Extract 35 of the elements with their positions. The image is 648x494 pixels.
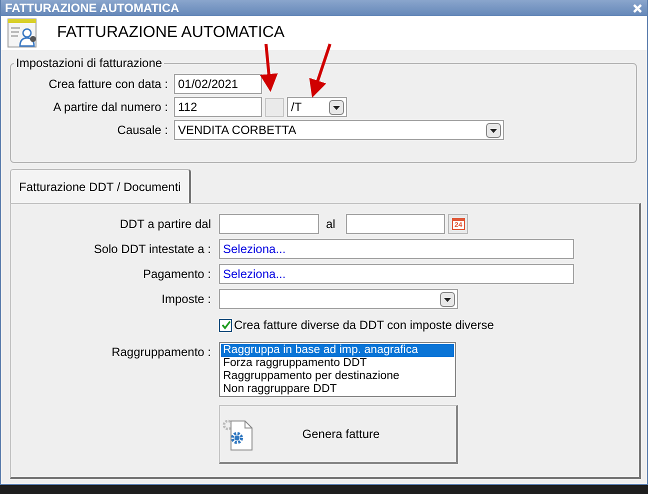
- number-field[interactable]: 112: [174, 97, 262, 117]
- field-label: Raggruppamento :: [110, 345, 211, 359]
- header-title: FATTURAZIONE AUTOMATICA: [57, 24, 285, 42]
- to-date-field[interactable]: [346, 214, 446, 234]
- list-option[interactable]: Raggruppa in base ad imp. anagrafica: [221, 344, 454, 357]
- combo-value: /T: [291, 100, 303, 114]
- field-label: al: [326, 217, 336, 231]
- list-option[interactable]: Non raggruppare DDT: [221, 383, 454, 396]
- close-icon[interactable]: [632, 2, 643, 14]
- reason-dropdown[interactable]: VENDITA CORBETTA: [174, 120, 504, 140]
- tab[interactable]: Fatturazione DDT / Documenti: [10, 169, 191, 203]
- empty-field[interactable]: [265, 98, 284, 116]
- field-label: Solo DDT intestate a :: [92, 242, 211, 256]
- field-label: Causale :: [116, 123, 168, 137]
- combo-value: VENDITA CORBETTA: [178, 123, 298, 137]
- generate-button[interactable]: Genera fatture: [219, 405, 458, 464]
- payment-picker[interactable]: Seleziona...: [219, 264, 574, 284]
- list-option[interactable]: Raggruppamento per destinazione: [221, 370, 454, 383]
- checkbox[interactable]: [219, 318, 232, 332]
- field-label: Pagamento :: [142, 267, 211, 281]
- list-option[interactable]: Forza raggruppamento DDT: [221, 357, 454, 370]
- field-label: DDT a partire dal: [118, 217, 211, 231]
- date-field[interactable]: 01/02/2021: [174, 74, 262, 94]
- window-title: FATTURAZIONE AUTOMATICA: [5, 1, 180, 15]
- grouping-list[interactable]: Raggruppa in base ad imp. anagrafica Forza raggruppamento DDT Raggruppamento per destinazione Non raggruppare DDT: [219, 342, 456, 397]
- group-legend: Impostazioni di fatturazione: [14, 56, 164, 70]
- field-label: Imposte :: [160, 292, 211, 306]
- arrow-annotation: [309, 44, 332, 98]
- field-label: Crea fatture con data :: [48, 77, 168, 91]
- from-date-field[interactable]: [219, 214, 319, 234]
- checkbox-label: Crea fatture diverse da DDT con imposte diverse: [234, 318, 494, 332]
- customer-picker[interactable]: Seleziona...: [219, 239, 574, 259]
- suffix-dropdown[interactable]: /T: [287, 97, 347, 117]
- arrow-annotation: [260, 44, 278, 92]
- field-label: A partire dal numero :: [52, 100, 168, 114]
